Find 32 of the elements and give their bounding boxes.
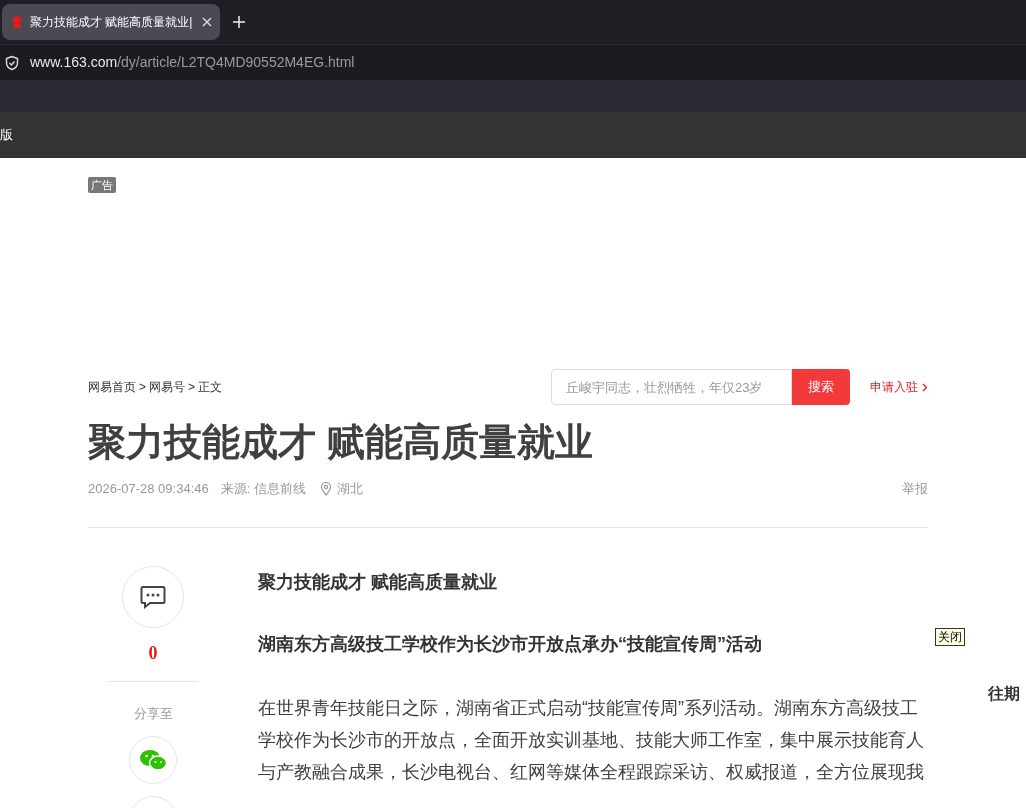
address-bar-url[interactable]: www.163.com/dy/article/L2TQ4MD90552M4EG.html — [30, 52, 355, 73]
chevron-icon — [922, 382, 928, 392]
article-subheading: 聚力技能成才 赋能高质量就业 — [258, 571, 498, 594]
ad-label: 广告 — [88, 177, 116, 193]
bookmark-item[interactable]: 版 — [0, 125, 13, 145]
breadcrumb-link[interactable]: 网易号 — [149, 378, 185, 396]
shield-icon[interactable] — [4, 54, 20, 71]
search-button[interactable]: 搜索 — [792, 369, 850, 405]
comment-icon — [140, 585, 166, 609]
article-paragraph: 在世界青年技能日之际，湖南省正式启动“技能宣传周”系列活动。湖南东方高级技工学校作为长沙市的开放点，全面开放实训基地、技能大师工作室，集中展示技能育人与产教融合成果，长沙电视台、红网等媒体全程跟踪采访、权威报道，全方位展现我 — [258, 697, 925, 784]
apply-link[interactable]: 申请入驻 — [870, 378, 928, 396]
browser-tab[interactable]: 聚力技能成才 赋能高质量就业| — [2, 4, 220, 40]
location-pin-icon — [319, 482, 332, 496]
section-heading: 往期 — [988, 684, 1020, 704]
close-label[interactable]: 关闭 — [935, 628, 965, 646]
share-label: 分享至 — [133, 705, 173, 723]
close-icon[interactable] — [202, 17, 212, 27]
article-subheading: 湖南东方高级技工学校作为长沙市开放点承办“技能宣传周”活动 — [258, 633, 763, 656]
breadcrumb-separator: > — [139, 379, 146, 396]
article-title: 聚力技能成才 赋能高质量就业 — [88, 420, 594, 465]
article-location: 湖北 — [336, 480, 363, 499]
breadcrumb-link[interactable]: 网易首页 — [88, 378, 136, 396]
comment-count: 0 — [148, 642, 158, 665]
search-field[interactable]: 丘峻宇同志，壮烈牺牲，年仅23岁 — [551, 369, 792, 405]
site-logo-icon — [10, 15, 24, 29]
publish-date: 2026-07-28 09:34:46 — [88, 480, 209, 499]
breadcrumb-separator: > — [188, 379, 196, 396]
wechat-icon — [139, 747, 167, 772]
breadcrumb-link[interactable]: 正文 — [198, 378, 223, 396]
tab-title: 聚力技能成才 赋能高质量就业| — [30, 14, 193, 31]
article-source: 来源: 信息前线 — [220, 480, 306, 499]
new-tab-icon[interactable] — [232, 15, 246, 29]
